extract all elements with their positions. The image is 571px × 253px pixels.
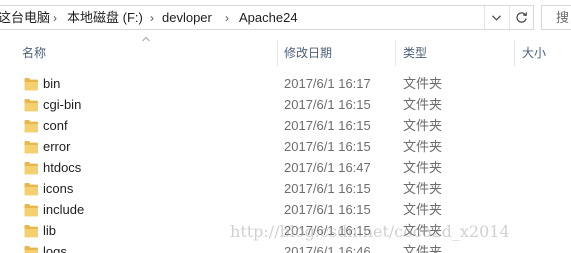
file-date: 2017/6/1 16:15 bbox=[284, 97, 371, 112]
list-item[interactable]: conf 2017/6/1 16:15 文件夹 bbox=[0, 116, 571, 137]
file-type: 文件夹 bbox=[403, 118, 443, 133]
file-explorer-window: 这台电脑 › 本地磁盘 (F:) › devloper › Apache24 搜… bbox=[0, 0, 571, 253]
chevron-down-icon[interactable] bbox=[485, 6, 508, 29]
file-name: error bbox=[43, 139, 71, 154]
refresh-icon[interactable] bbox=[510, 6, 533, 29]
file-type: 文件夹 bbox=[403, 139, 443, 154]
breadcrumb-local-disk[interactable]: 本地磁盘 (F:) bbox=[67, 10, 143, 26]
file-type: 文件夹 bbox=[403, 97, 443, 112]
breadcrumb-separator-icon[interactable]: › bbox=[225, 10, 229, 26]
list-item[interactable]: icons 2017/6/1 16:15 文件夹 bbox=[0, 179, 571, 200]
breadcrumb-separator-icon[interactable]: › bbox=[53, 10, 57, 26]
file-name: cgi-bin bbox=[43, 97, 82, 112]
breadcrumb-devloper[interactable]: devloper bbox=[162, 10, 212, 26]
file-date: 2017/6/1 16:15 bbox=[284, 223, 371, 238]
address-row: 这台电脑 › 本地磁盘 (F:) › devloper › Apache24 搜 bbox=[0, 0, 571, 36]
file-date: 2017/6/1 16:15 bbox=[284, 202, 371, 217]
column-divider[interactable] bbox=[514, 40, 515, 66]
list-item[interactable]: htdocs 2017/6/1 16:47 文件夹 bbox=[0, 158, 571, 179]
breadcrumb-separator-icon[interactable]: › bbox=[150, 10, 154, 26]
file-type: 文件夹 bbox=[403, 223, 443, 238]
file-date: 2017/6/1 16:46 bbox=[284, 244, 371, 253]
file-date: 2017/6/1 16:15 bbox=[284, 139, 371, 154]
folder-icon bbox=[24, 99, 38, 112]
file-type: 文件夹 bbox=[403, 244, 443, 253]
file-name: bin bbox=[43, 76, 61, 91]
folder-icon bbox=[24, 78, 38, 91]
list-item[interactable]: include 2017/6/1 16:15 文件夹 bbox=[0, 200, 571, 221]
column-date-modified[interactable]: 修改日期 bbox=[284, 46, 332, 60]
file-type: 文件夹 bbox=[403, 181, 443, 196]
file-name: conf bbox=[43, 118, 68, 133]
file-date: 2017/6/1 16:17 bbox=[284, 76, 371, 91]
search-placeholder: 搜 bbox=[556, 10, 570, 25]
folder-icon bbox=[24, 162, 38, 175]
file-date: 2017/6/1 16:47 bbox=[284, 160, 371, 175]
list-item[interactable]: error 2017/6/1 16:15 文件夹 bbox=[0, 137, 571, 158]
file-date: 2017/6/1 16:15 bbox=[284, 181, 371, 196]
file-type: 文件夹 bbox=[403, 76, 443, 91]
list-item[interactable]: cgi-bin 2017/6/1 16:15 文件夹 bbox=[0, 95, 571, 116]
folder-icon bbox=[24, 120, 38, 133]
file-name: icons bbox=[43, 181, 74, 196]
column-type[interactable]: 类型 bbox=[403, 46, 427, 60]
column-divider[interactable] bbox=[395, 40, 396, 66]
column-size[interactable]: 大小 bbox=[522, 46, 546, 60]
breadcrumb-this-pc[interactable]: 这台电脑 bbox=[0, 10, 50, 26]
file-type: 文件夹 bbox=[403, 202, 443, 217]
folder-icon bbox=[24, 204, 38, 217]
folder-icon bbox=[24, 141, 38, 154]
file-date: 2017/6/1 16:15 bbox=[284, 118, 371, 133]
folder-icon bbox=[24, 183, 38, 196]
breadcrumb-apache24[interactable]: Apache24 bbox=[239, 10, 298, 26]
folder-icon bbox=[24, 225, 38, 238]
file-name: lib bbox=[43, 223, 57, 238]
file-list: bin 2017/6/1 16:17 文件夹 cgi-bin 2017/6/1 … bbox=[0, 74, 571, 253]
folder-icon bbox=[24, 246, 38, 253]
column-name[interactable]: 名称 bbox=[22, 46, 46, 60]
file-type: 文件夹 bbox=[403, 160, 443, 175]
column-divider[interactable] bbox=[277, 40, 278, 66]
file-name: logs bbox=[43, 244, 67, 253]
list-item[interactable]: bin 2017/6/1 16:17 文件夹 bbox=[0, 74, 571, 95]
file-name: include bbox=[43, 202, 85, 217]
sort-ascending-icon bbox=[142, 36, 150, 42]
list-item[interactable]: lib 2017/6/1 16:15 文件夹 bbox=[0, 221, 571, 242]
file-name: htdocs bbox=[43, 160, 82, 175]
list-item[interactable]: logs 2017/6/1 16:46 文件夹 bbox=[0, 242, 571, 253]
